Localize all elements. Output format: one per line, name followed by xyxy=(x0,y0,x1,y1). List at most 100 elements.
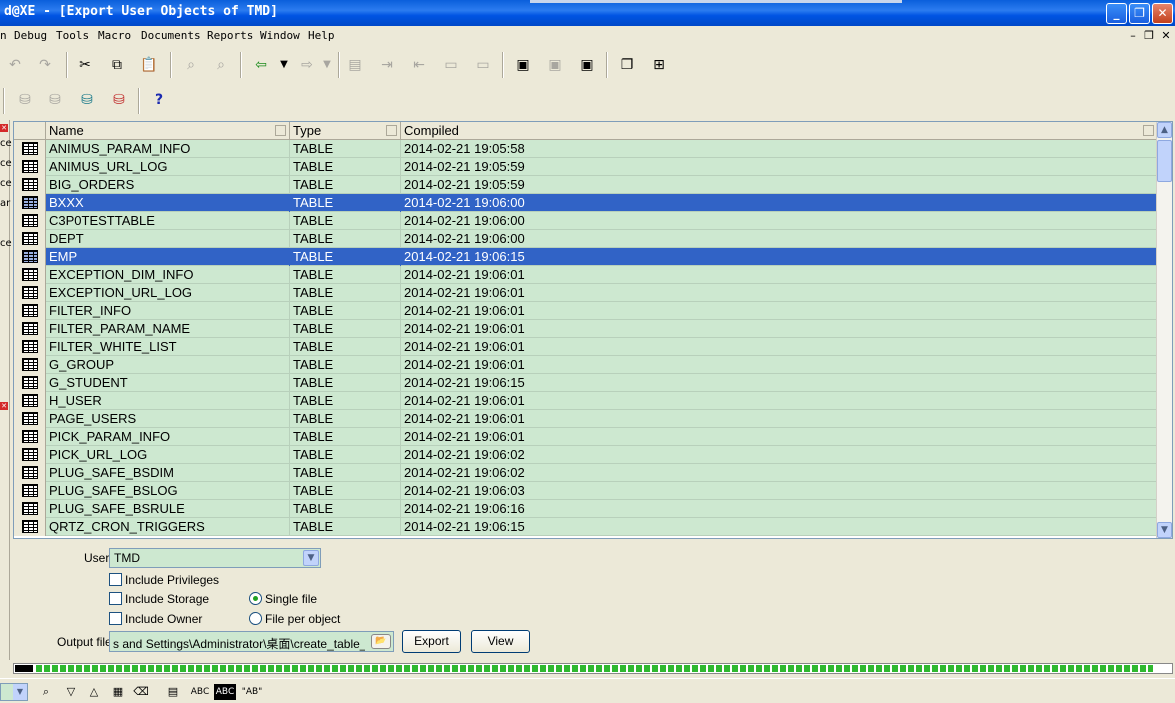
close-icon[interactable]: ✕ xyxy=(0,124,8,132)
binoculars-icon[interactable]: ⌕ xyxy=(38,684,54,700)
close-button[interactable]: ✕ xyxy=(1152,3,1173,24)
menu-item-reports[interactable]: Reports xyxy=(207,29,253,42)
mdi-restore-button[interactable]: ❐ xyxy=(1142,29,1156,43)
table-row[interactable]: QRTZ_CRON_TRIGGERS TABLE 2014-02-21 19:06:… xyxy=(14,518,1158,536)
table-row[interactable]: PLUG_SAFE_BSDIM TABLE 2014-02-21 19:06:02 xyxy=(14,464,1158,482)
triangle-up-icon[interactable]: △ xyxy=(86,684,102,700)
table-row[interactable]: FILTER_WHITE_LIST TABLE 2014-02-21 19:06:0… xyxy=(14,338,1158,356)
uncomment-icon[interactable]: ▭ xyxy=(472,54,494,76)
abc-button[interactable]: ABC xyxy=(189,684,211,700)
quote-button[interactable]: "AB" xyxy=(240,684,264,700)
minimize-button[interactable]: _ xyxy=(1106,3,1127,24)
table-row[interactable]: FILTER_INFO TABLE 2014-02-21 19:06:01 xyxy=(14,302,1158,320)
menu-item-macro[interactable]: Macro xyxy=(98,29,131,42)
breakpoint-icon[interactable]: ▣ xyxy=(576,54,598,76)
user-select[interactable]: TMD ▼ xyxy=(109,548,321,568)
table-row[interactable]: EMP TABLE 2014-02-21 19:06:15 xyxy=(14,248,1158,266)
undo-icon[interactable]: ↶ xyxy=(4,54,26,76)
load-icon[interactable]: ⇦ xyxy=(250,54,272,76)
paste-icon[interactable]: 📋 xyxy=(138,54,160,76)
copy-icon[interactable]: ⧉ xyxy=(106,54,128,76)
column-header-type[interactable]: Type xyxy=(290,122,401,140)
table-row[interactable]: EXCEPTION_URL_LOG TABLE 2014-02-21 19:06:0… xyxy=(14,284,1158,302)
save-dropdown-icon[interactable]: ▼ xyxy=(316,54,338,76)
table-row[interactable]: PAGE_USERS TABLE 2014-02-21 19:06:01 xyxy=(14,410,1158,428)
db-icon[interactable]: ⛁ xyxy=(14,89,36,111)
column-header-compiled[interactable]: Compiled xyxy=(401,122,1158,140)
sql-icon[interactable]: ⛁ xyxy=(44,89,66,111)
cell-compiled: 2014-02-21 19:06:00 xyxy=(401,194,1158,212)
mdi-minimize-button[interactable]: – xyxy=(1126,29,1140,43)
table-row[interactable]: C3P0TESTTABLE TABLE 2014-02-21 19:06:00 xyxy=(14,212,1158,230)
menu-item-tools[interactable]: Tools xyxy=(56,29,89,42)
export-button[interactable]: Export xyxy=(402,630,461,653)
output-file-field[interactable]: s and Settings\Administrator\桌面\create_t… xyxy=(109,631,394,652)
mdi-close-button[interactable]: ✕ xyxy=(1159,29,1173,43)
cell-type: TABLE xyxy=(290,374,401,392)
tile-icon[interactable]: ⊞ xyxy=(648,54,670,76)
sort-icon[interactable] xyxy=(386,125,397,136)
cut-icon[interactable]: ✂ xyxy=(74,54,96,76)
single-file-radio[interactable] xyxy=(249,592,262,605)
table-row[interactable]: BXXX TABLE 2014-02-21 19:06:00 xyxy=(14,194,1158,212)
table-row[interactable]: BIG_ORDERS TABLE 2014-02-21 19:05:59 xyxy=(14,176,1158,194)
help-icon[interactable]: ? xyxy=(148,89,170,111)
bottom-select[interactable]: ▼ xyxy=(0,683,28,701)
menu-item-session[interactable]: n xyxy=(0,29,7,42)
scroll-thumb[interactable] xyxy=(1157,140,1172,182)
sort-icon[interactable] xyxy=(275,125,286,136)
row-icon-cell xyxy=(14,302,46,320)
eraser-icon[interactable]: ⌫ xyxy=(133,684,149,700)
table-row[interactable]: FILTER_PARAM_NAME TABLE 2014-02-21 19:06:0… xyxy=(14,320,1158,338)
table-row[interactable]: H_USER TABLE 2014-02-21 19:06:01 xyxy=(14,392,1158,410)
grid-vertical-scrollbar[interactable]: ▲ ▼ xyxy=(1156,122,1172,538)
find-icon[interactable]: ⌕ xyxy=(180,54,202,76)
folder-open-icon[interactable]: 📂 xyxy=(371,634,391,649)
find-next-icon[interactable]: ⌕ xyxy=(210,54,232,76)
triangle-down-icon[interactable]: ▽ xyxy=(63,684,79,700)
abc-inverse-button[interactable]: ABC xyxy=(214,684,236,700)
objects-grid[interactable]: Name Type Compiled ANIMUS_PARAM_INFO TABL… xyxy=(13,121,1173,539)
load-dropdown-icon[interactable]: ▼ xyxy=(273,54,295,76)
table-row[interactable]: PICK_PARAM_INFO TABLE 2014-02-21 19:06:01 xyxy=(14,428,1158,446)
view-button[interactable]: View xyxy=(471,630,530,653)
rollback-icon[interactable]: ⛁ xyxy=(108,89,130,111)
table-row[interactable]: PLUG_SAFE_BSLOG TABLE 2014-02-21 19:06:03 xyxy=(14,482,1158,500)
table-row[interactable]: G_STUDENT TABLE 2014-02-21 19:06:15 xyxy=(14,374,1158,392)
unindent-icon[interactable]: ⇤ xyxy=(408,54,430,76)
sort-icon[interactable] xyxy=(1143,125,1154,136)
compile-icon[interactable]: ▤ xyxy=(344,54,366,76)
chevron-down-icon[interactable]: ▼ xyxy=(303,550,319,566)
include-storage-checkbox[interactable] xyxy=(109,592,122,605)
menu-item-help[interactable]: Help xyxy=(308,29,335,42)
run-icon[interactable]: ▣ xyxy=(512,54,534,76)
file-per-object-radio[interactable] xyxy=(249,612,262,625)
indent-icon[interactable]: ⇥ xyxy=(376,54,398,76)
grid-icon[interactable]: ▦ xyxy=(110,684,126,700)
close-icon[interactable]: ✕ xyxy=(0,402,8,410)
save-icon[interactable]: ⇨ xyxy=(296,54,318,76)
include-owner-checkbox[interactable] xyxy=(109,612,122,625)
menu-item-window[interactable]: Window xyxy=(260,29,300,42)
chevron-down-icon[interactable]: ▼ xyxy=(13,684,27,700)
menu-item-debug[interactable]: Debug xyxy=(14,29,47,42)
table-row[interactable]: PICK_URL_LOG TABLE 2014-02-21 19:06:02 xyxy=(14,446,1158,464)
scroll-up-button[interactable]: ▲ xyxy=(1157,122,1172,138)
window-list-icon[interactable]: ❐ xyxy=(616,54,638,76)
restore-button[interactable]: ❐ xyxy=(1129,3,1150,24)
table-row[interactable]: ANIMUS_URL_LOG TABLE 2014-02-21 19:05:59 xyxy=(14,158,1158,176)
menu-item-documents[interactable]: Documents xyxy=(141,29,201,42)
comment-icon[interactable]: ▭ xyxy=(440,54,462,76)
box-icon[interactable]: ▤ xyxy=(165,684,181,700)
redo-icon[interactable]: ↷ xyxy=(34,54,56,76)
table-row[interactable]: EXCEPTION_DIM_INFO TABLE 2014-02-21 19:06:… xyxy=(14,266,1158,284)
include-privileges-checkbox[interactable] xyxy=(109,573,122,586)
table-row[interactable]: ANIMUS_PARAM_INFO TABLE 2014-02-21 19:05:5… xyxy=(14,140,1158,158)
step-icon[interactable]: ▣ xyxy=(544,54,566,76)
table-row[interactable]: DEPT TABLE 2014-02-21 19:06:00 xyxy=(14,230,1158,248)
commit-icon[interactable]: ⛁ xyxy=(76,89,98,111)
table-row[interactable]: G_GROUP TABLE 2014-02-21 19:06:01 xyxy=(14,356,1158,374)
column-header-name[interactable]: Name xyxy=(46,122,290,140)
scroll-down-button[interactable]: ▼ xyxy=(1157,522,1172,538)
table-row[interactable]: PLUG_SAFE_BSRULE TABLE 2014-02-21 19:06:16 xyxy=(14,500,1158,518)
